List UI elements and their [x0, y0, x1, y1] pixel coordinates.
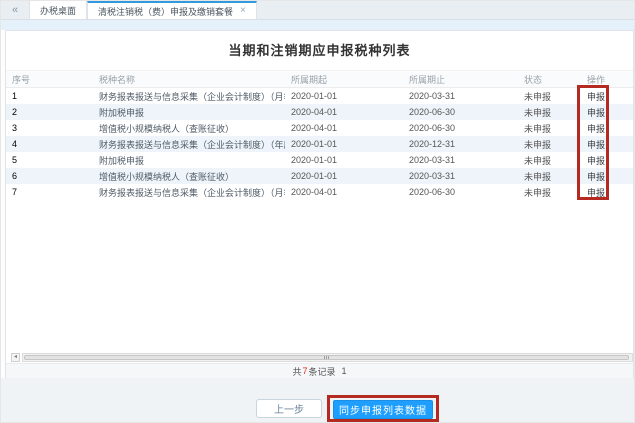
cell-seq: 6: [6, 171, 93, 181]
table-row: 2 附加税申报 2020-04-01 2020-06-30 未申报 申报: [6, 104, 633, 120]
column-header-action: 操作: [581, 73, 633, 86]
cell-status: 未申报: [518, 154, 581, 167]
annotation-box-sync-button: [327, 395, 439, 422]
cell-tax-name: 财务报表报送与信息采集（企业会计制度）（年度）: [93, 138, 285, 151]
cell-period-start: 2020-04-01: [285, 123, 403, 133]
close-icon[interactable]: ×: [240, 6, 246, 16]
tax-type-table: 序号 税种名称 所属期起 所属期止 状态 操作 1 财务报表报送与信息采集（企业…: [6, 70, 633, 200]
cell-seq: 3: [6, 123, 93, 133]
cell-tax-name: 财务报表报送与信息采集（企业会计制度）（月季）: [93, 90, 285, 103]
cell-period-end: 2020-03-31: [403, 155, 518, 165]
cell-seq: 2: [6, 107, 93, 117]
table-row: 4 财务报表报送与信息采集（企业会计制度）（年度） 2020-01-01 202…: [6, 136, 633, 152]
cell-period-end: 2020-06-30: [403, 187, 518, 197]
cell-tax-name: 增值税小规模纳税人（查账征收）: [93, 122, 285, 135]
cell-status: 未申报: [518, 170, 581, 183]
cell-period-end: 2020-03-31: [403, 91, 518, 101]
cell-period-start: 2020-04-01: [285, 187, 403, 197]
column-header-status: 状态: [518, 73, 581, 86]
tab-label: 清税注销税（费）申报及缴销套餐: [98, 5, 233, 18]
scrollbar-track[interactable]: [22, 353, 633, 362]
table-row: 6 增值税小规模纳税人（查账征收） 2020-01-01 2020-03-31 …: [6, 168, 633, 184]
scrollbar-thumb[interactable]: [24, 355, 629, 360]
cell-status: 未申报: [518, 106, 581, 119]
page-title: 当期和注销期应申报税种列表: [6, 40, 633, 59]
cell-period-start: 2020-01-01: [285, 155, 403, 165]
record-count-value: 7: [301, 366, 308, 376]
page-number[interactable]: 1: [342, 366, 347, 376]
annotation-box-declare-column: [577, 85, 609, 200]
cell-period-start: 2020-01-01: [285, 171, 403, 181]
cell-period-end: 2020-12-31: [403, 139, 518, 149]
content-panel: 当期和注销期应申报税种列表 序号 税种名称 所属期起 所属期止 状态 操作 1 …: [5, 30, 634, 378]
cell-period-end: 2020-03-31: [403, 171, 518, 181]
tab-tax-desktop[interactable]: 办税桌面: [29, 1, 87, 19]
cell-period-start: 2020-01-01: [285, 139, 403, 149]
cell-tax-name: 附加税申报: [93, 154, 285, 167]
record-count-bar: 共 7 条记录 1: [6, 363, 633, 378]
tab-label: 办税桌面: [40, 4, 76, 17]
previous-step-button[interactable]: 上一步: [256, 399, 322, 418]
column-header-seq: 序号: [6, 73, 93, 86]
cell-tax-name: 附加税申报: [93, 106, 285, 119]
collapse-tabs-icon[interactable]: «: [1, 1, 29, 19]
scroll-left-arrow-icon[interactable]: ◂: [11, 353, 20, 362]
cell-tax-name: 增值税小规模纳税人（查账征收）: [93, 170, 285, 183]
column-header-period-start: 所属期起: [285, 73, 403, 86]
table-row: 1 财务报表报送与信息采集（企业会计制度）（月季） 2020-01-01 202…: [6, 88, 633, 104]
tax-bureau-window: « 办税桌面 清税注销税（费）申报及缴销套餐 × 当期和注销期应申报税种列表 序…: [0, 0, 635, 423]
cell-seq: 5: [6, 155, 93, 165]
cell-status: 未申报: [518, 138, 581, 151]
column-header-tax-name: 税种名称: [93, 73, 285, 86]
cell-period-end: 2020-06-30: [403, 123, 518, 133]
cell-status: 未申报: [518, 90, 581, 103]
tab-bar: « 办税桌面 清税注销税（费）申报及缴销套餐 ×: [1, 1, 635, 20]
cell-tax-name: 财务报表报送与信息采集（企业会计制度）（月季）: [93, 186, 285, 199]
cell-seq: 4: [6, 139, 93, 149]
cell-period-start: 2020-04-01: [285, 107, 403, 117]
tab-deregistration-package[interactable]: 清税注销税（费）申报及缴销套餐 ×: [87, 1, 257, 19]
horizontal-scrollbar: ◂: [6, 353, 633, 362]
toolbar-strip: [1, 20, 635, 30]
table-row: 7 财务报表报送与信息采集（企业会计制度）（月季） 2020-04-01 202…: [6, 184, 633, 200]
table-header-row: 序号 税种名称 所属期起 所属期止 状态 操作: [6, 70, 633, 88]
record-count-suffix: 条记录: [309, 365, 336, 378]
cell-period-start: 2020-01-01: [285, 91, 403, 101]
cell-seq: 7: [6, 187, 93, 197]
table-row: 5 附加税申报 2020-01-01 2020-03-31 未申报 申报: [6, 152, 633, 168]
column-header-period-end: 所属期止: [403, 73, 518, 86]
table-row: 3 增值税小规模纳税人（查账征收） 2020-04-01 2020-06-30 …: [6, 120, 633, 136]
cell-status: 未申报: [518, 186, 581, 199]
record-count-prefix: 共: [292, 365, 301, 378]
cell-status: 未申报: [518, 122, 581, 135]
footer-bar: 上一步 同步申报列表数据: [1, 378, 635, 423]
cell-period-end: 2020-06-30: [403, 107, 518, 117]
cell-seq: 1: [6, 91, 93, 101]
